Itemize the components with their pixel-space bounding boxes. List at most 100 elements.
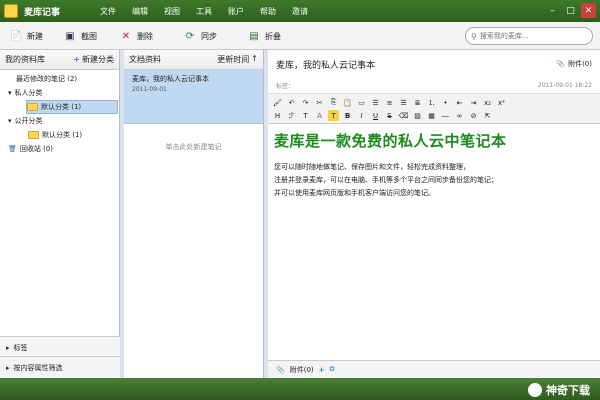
- tags-section[interactable]: ▸ 标签: [0, 336, 120, 358]
- note-title-field[interactable]: 麦库，我的私人云记事本: [276, 58, 375, 71]
- sort-label: 更新时间: [217, 55, 250, 64]
- private-category-label: 私人分类: [14, 89, 43, 97]
- expand-arrow-icon: ▸: [6, 343, 10, 352]
- sort-button[interactable]: 更新时间 ↑: [217, 54, 258, 65]
- subscript-icon[interactable]: x₂: [482, 97, 493, 108]
- unordered-list-icon[interactable]: •: [440, 97, 451, 108]
- paperclip-icon: 📎: [276, 365, 285, 374]
- menu-file[interactable]: 文件: [100, 6, 132, 17]
- filter-section[interactable]: ▸ 按内容属性筛选: [0, 356, 120, 378]
- tag-input[interactable]: 标签：: [276, 81, 294, 90]
- text-color-icon[interactable]: A: [314, 110, 325, 121]
- note-item-title: 麦库，我的私人云记事本: [132, 75, 209, 83]
- notes-list-header: 文档资料 更新时间 ↑: [124, 50, 263, 70]
- note-heading: 麦库是一款免费的私人云中笔记本: [274, 132, 507, 150]
- screenshot-label: 截图: [81, 31, 97, 41]
- heading-icon[interactable]: H: [272, 110, 283, 121]
- highlight-icon[interactable]: T: [328, 110, 339, 121]
- align-center-icon[interactable]: ≡: [384, 97, 395, 108]
- image-icon[interactable]: ▨: [412, 110, 423, 121]
- recent-notes-label: 最近修改的笔记 (2): [16, 75, 78, 83]
- menu-account[interactable]: 账户: [228, 6, 260, 17]
- search-icon: ⚲: [471, 31, 477, 41]
- library-panel: 我的资料库 + 新建分类 最近修改的笔记 (2) ▾ 私人分类 默认分类 (1)…: [0, 50, 120, 378]
- monitor-icon: ▣: [65, 30, 75, 42]
- select-all-icon[interactable]: ⇱: [482, 110, 493, 121]
- minimize-icon[interactable]: –: [545, 3, 560, 18]
- menu-bar: 文件 编辑 视图 工具 账户 帮助 邀请: [100, 6, 324, 17]
- paste-icon[interactable]: 📋: [342, 97, 353, 108]
- superscript-icon[interactable]: x²: [496, 97, 507, 108]
- italic-icon[interactable]: I: [356, 110, 367, 121]
- font-size-icon[interactable]: T: [300, 110, 311, 121]
- public-category-item[interactable]: ▾ 公开分类: [4, 114, 115, 128]
- menu-help[interactable]: 帮助: [260, 6, 292, 17]
- search-box[interactable]: ⚲: [465, 27, 593, 45]
- sync-button[interactable]: ⟳ 同步: [182, 27, 217, 45]
- font-icon[interactable]: ℱ: [286, 110, 297, 121]
- filter-label: 按内容属性筛选: [13, 363, 63, 372]
- indent-icon[interactable]: ⇥: [468, 97, 479, 108]
- link-icon[interactable]: ∞: [454, 110, 465, 121]
- menu-edit[interactable]: 编辑: [132, 6, 164, 17]
- copy-icon[interactable]: ⎘: [328, 97, 339, 108]
- sync-icon: ⟳: [185, 30, 195, 42]
- trash-icon: 🗑: [8, 145, 17, 153]
- underline-icon[interactable]: U: [370, 110, 381, 121]
- copy-attachment-icon[interactable]: ⧉: [330, 365, 335, 374]
- justify-icon[interactable]: ≣: [412, 97, 423, 108]
- close-icon[interactable]: ✕: [581, 3, 596, 18]
- fold-button[interactable]: ▤ 折叠: [246, 27, 281, 45]
- align-left-icon[interactable]: ☰: [370, 97, 381, 108]
- title-bar: 麦库记事 文件 编辑 视图 工具 账户 帮助 邀请 – □ ✕: [0, 0, 600, 22]
- new-label: 新建: [27, 31, 43, 41]
- unlink-icon[interactable]: ⊘: [468, 110, 479, 121]
- undo-icon[interactable]: ↶: [286, 97, 297, 108]
- paste-text-icon[interactable]: ▭: [356, 97, 367, 108]
- trash-item[interactable]: 🗑 回收站 (0): [4, 142, 115, 156]
- private-default-item[interactable]: 默认分类 (1): [26, 100, 118, 114]
- attachment-label: 附件(0): [568, 60, 592, 68]
- public-default-item[interactable]: 默认分类 (1): [4, 128, 115, 142]
- bold-icon[interactable]: B: [342, 110, 353, 121]
- folder-icon: [28, 131, 39, 139]
- app-logo-icon: [4, 4, 18, 18]
- cut-icon[interactable]: ✂: [314, 97, 325, 108]
- screenshot-button[interactable]: ▣ 截图: [62, 27, 97, 45]
- note-list-item[interactable]: 麦库，我的私人云记事本 2011-09-01: [124, 70, 263, 124]
- recent-notes-item[interactable]: 最近修改的笔记 (2): [4, 72, 115, 86]
- maximize-icon[interactable]: □: [563, 3, 578, 18]
- attachment-button[interactable]: 📎 附件(0): [556, 59, 592, 69]
- private-default-label: 默认分类 (1): [41, 103, 82, 111]
- search-input[interactable]: [479, 32, 580, 40]
- outdent-icon[interactable]: ⇤: [454, 97, 465, 108]
- delete-button[interactable]: ✕ 删除: [118, 27, 153, 45]
- strikethrough-icon[interactable]: S: [384, 110, 395, 121]
- editor-body[interactable]: 麦库是一款免费的私人云中笔记本 您可以随时随地做笔记、保存图片和文件，轻松完成资…: [268, 124, 600, 206]
- align-right-icon[interactable]: ☰: [398, 97, 409, 108]
- fold-label: 折叠: [265, 31, 281, 41]
- hr-icon[interactable]: ―: [440, 110, 451, 121]
- add-attachment-icon[interactable]: +: [319, 366, 325, 374]
- sort-arrow-icon: ↑: [251, 54, 258, 63]
- new-button[interactable]: 📄 新建: [8, 27, 43, 45]
- delete-label: 删除: [137, 31, 153, 41]
- new-note-hint[interactable]: 单击此处新建笔记: [124, 142, 263, 152]
- eraser-icon[interactable]: ⌫: [398, 110, 409, 121]
- new-category-button[interactable]: + 新建分类: [73, 54, 114, 65]
- editor-header: 麦库，我的私人云记事本 📎 附件(0): [268, 50, 600, 78]
- expand-arrow-icon: ▸: [6, 363, 10, 372]
- menu-view[interactable]: 视图: [164, 6, 196, 17]
- new-category-label: 新建分类: [82, 55, 114, 64]
- menu-invite[interactable]: 邀请: [292, 6, 324, 17]
- footer-attachment-label[interactable]: 附件(0): [290, 365, 314, 375]
- format-brush-icon[interactable]: 🖌: [272, 97, 283, 108]
- private-category-item[interactable]: ▾ 私人分类: [4, 86, 115, 100]
- plus-icon: +: [73, 55, 80, 64]
- ordered-list-icon[interactable]: ⒈: [426, 97, 437, 108]
- new-note-icon: 📄: [9, 30, 23, 42]
- folder-icon: [27, 103, 38, 111]
- table-icon[interactable]: ▦: [426, 110, 437, 121]
- menu-tools[interactable]: 工具: [196, 6, 228, 17]
- redo-icon[interactable]: ↷: [300, 97, 311, 108]
